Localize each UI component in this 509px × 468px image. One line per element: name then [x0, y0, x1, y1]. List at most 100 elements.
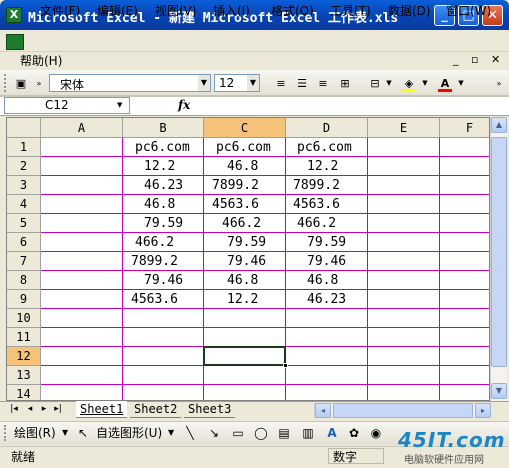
- cell-c4[interactable]: 4563.6: [212, 195, 259, 214]
- insert-function-icon[interactable]: fx: [178, 98, 192, 112]
- toolbar-options-icon[interactable]: »: [34, 75, 44, 92]
- oval-icon[interactable]: ◯: [252, 425, 270, 441]
- cell-b6[interactable]: 466.2: [135, 233, 174, 252]
- cell-d2[interactable]: 12.2: [307, 157, 338, 176]
- menu-data[interactable]: 数据(D): [388, 3, 431, 19]
- column-header-c[interactable]: C: [204, 118, 286, 138]
- rectangle-icon[interactable]: ▭: [230, 425, 246, 441]
- chevron-down-icon[interactable]: ▼: [117, 101, 122, 109]
- column-header-d[interactable]: D: [286, 118, 368, 138]
- row-header[interactable]: 8: [7, 271, 41, 290]
- select-objects-icon[interactable]: ↖: [76, 425, 90, 441]
- chevron-down-icon[interactable]: ▼: [247, 75, 259, 91]
- cell-b7[interactable]: 7899.2: [131, 252, 178, 271]
- worksheet-grid[interactable]: A B C D E F 1 2 3 4 5 6 7 8 9 10 11 12 1…: [6, 117, 490, 401]
- menu-help[interactable]: 帮助(H): [20, 53, 62, 69]
- arrow-icon[interactable]: ↘: [206, 425, 222, 441]
- menu-file[interactable]: 文件(F): [40, 3, 80, 19]
- cell-d7[interactable]: 79.46: [307, 252, 346, 271]
- row-header[interactable]: 4: [7, 195, 41, 214]
- first-sheet-icon[interactable]: |◂: [8, 403, 20, 416]
- row-header[interactable]: 6: [7, 233, 41, 252]
- toolbar-grip[interactable]: [4, 74, 8, 92]
- save-icon[interactable]: ▣: [12, 75, 30, 92]
- menu-tools[interactable]: 工具(T): [330, 3, 371, 19]
- restore-window-icon[interactable]: ▫: [471, 53, 478, 66]
- scroll-up-icon[interactable]: ▲: [491, 117, 507, 133]
- tab-sheet3[interactable]: Sheet3: [184, 401, 236, 418]
- cell-d1[interactable]: pc6.com: [297, 138, 352, 157]
- cell-d6[interactable]: 79.59: [307, 233, 346, 252]
- vertical-scrollbar[interactable]: ▲ ▼: [490, 117, 507, 401]
- clipart-icon[interactable]: ◉: [368, 425, 384, 441]
- row-header[interactable]: 10: [7, 309, 41, 328]
- tab-sheet1[interactable]: Sheet1: [76, 401, 128, 418]
- borders-icon[interactable]: ⊟: [366, 75, 384, 92]
- row-header[interactable]: 7: [7, 252, 41, 271]
- chevron-down-icon[interactable]: ▼: [198, 75, 210, 91]
- chevron-down-icon[interactable]: ▼: [168, 425, 174, 441]
- column-header-a[interactable]: A: [41, 118, 123, 138]
- fill-handle[interactable]: [283, 363, 288, 368]
- row-header[interactable]: 3: [7, 176, 41, 195]
- column-header-b[interactable]: B: [123, 118, 204, 138]
- row-header[interactable]: 1: [7, 138, 41, 157]
- scroll-right-icon[interactable]: ▸: [475, 403, 491, 418]
- column-header-f[interactable]: F: [440, 118, 489, 138]
- font-combo[interactable]: 宋体 ▼: [49, 74, 211, 92]
- autoshapes-button[interactable]: 自选图形(U): [96, 425, 162, 441]
- column-header-e[interactable]: E: [368, 118, 440, 138]
- restore-workbook-icon[interactable]: _: [453, 53, 459, 66]
- cell-d4[interactable]: 4563.6: [293, 195, 340, 214]
- textbox-icon[interactable]: ▤: [276, 425, 292, 441]
- chevron-down-icon[interactable]: ▼: [420, 75, 430, 92]
- menu-insert[interactable]: 插入(I): [213, 3, 250, 19]
- tab-sheet2[interactable]: Sheet2: [130, 401, 182, 418]
- cell-d3[interactable]: 7899.2: [293, 176, 340, 195]
- scroll-left-icon[interactable]: ◂: [315, 403, 331, 418]
- cell-b8[interactable]: 79.46: [144, 271, 183, 290]
- workbook-icon[interactable]: [6, 34, 24, 50]
- toolbar-options-icon[interactable]: »: [494, 75, 504, 92]
- cell-b2[interactable]: 12.2: [144, 157, 175, 176]
- cell-c5[interactable]: 466.2: [222, 214, 261, 233]
- cell-c3[interactable]: 7899.2: [212, 176, 259, 195]
- row-header[interactable]: 5: [7, 214, 41, 233]
- menu-window[interactable]: 窗口(W): [446, 3, 491, 19]
- formula-input[interactable]: [196, 97, 504, 114]
- menu-format[interactable]: 格式(O): [271, 3, 314, 19]
- cell-b5[interactable]: 79.59: [144, 214, 183, 233]
- horizontal-scrollbar[interactable]: ◂ ▸: [314, 403, 491, 418]
- menu-view[interactable]: 视图(V): [155, 3, 197, 19]
- cell-c6[interactable]: 79.59: [227, 233, 266, 252]
- scroll-thumb[interactable]: [333, 403, 473, 418]
- prev-sheet-icon[interactable]: ◂: [24, 403, 36, 416]
- menu-edit[interactable]: 编辑(E): [97, 3, 138, 19]
- chevron-down-icon[interactable]: ▼: [456, 75, 466, 92]
- cell-c8[interactable]: 46.8: [227, 271, 258, 290]
- toolbar-grip[interactable]: [4, 425, 8, 441]
- diagram-icon[interactable]: ✿: [346, 425, 362, 441]
- row-header[interactable]: 14: [7, 385, 41, 400]
- row-header[interactable]: 13: [7, 366, 41, 385]
- cell-c1[interactable]: pc6.com: [216, 138, 271, 157]
- select-all-corner[interactable]: [7, 118, 41, 138]
- cell-d8[interactable]: 46.8: [307, 271, 338, 290]
- text-frame-icon[interactable]: ▥: [300, 425, 316, 441]
- cell-b3[interactable]: 46.23: [144, 176, 183, 195]
- align-left-icon[interactable]: ≡: [272, 75, 290, 92]
- line-icon[interactable]: ╲: [182, 425, 198, 441]
- active-cell-c12[interactable]: [203, 346, 286, 366]
- cell-d9[interactable]: 46.23: [307, 290, 346, 309]
- align-right-icon[interactable]: ≡: [314, 75, 332, 92]
- cell-d5[interactable]: 466.2: [297, 214, 336, 233]
- cell-c7[interactable]: 79.46: [227, 252, 266, 271]
- merge-center-icon[interactable]: ⊞: [336, 75, 354, 92]
- chevron-down-icon[interactable]: ▼: [62, 425, 68, 441]
- row-header[interactable]: 2: [7, 157, 41, 176]
- close-workbook-icon[interactable]: ✕: [491, 53, 500, 66]
- row-header[interactable]: 11: [7, 328, 41, 347]
- next-sheet-icon[interactable]: ▸: [38, 403, 50, 416]
- excel-app-icon[interactable]: X: [6, 7, 22, 23]
- cell-c2[interactable]: 46.8: [227, 157, 258, 176]
